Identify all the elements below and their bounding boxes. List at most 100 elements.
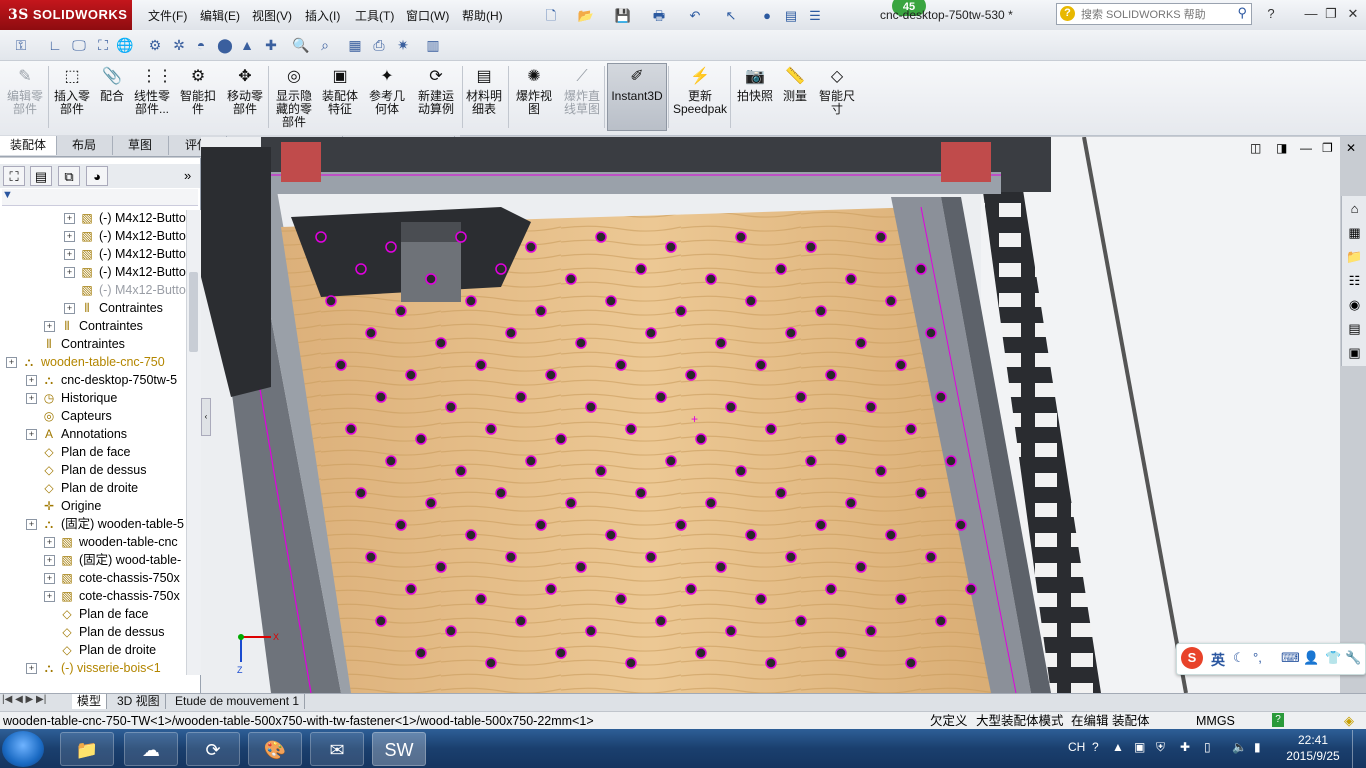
explorer-task-icon[interactable]: 📁 [60,732,114,766]
paint-task-icon[interactable]: 🎨 [248,732,302,766]
panel-collapse-handle[interactable]: ‹ [201,398,211,436]
open-folder-icon[interactable]: 📂 [575,5,597,27]
expand-toggle-icon[interactable]: + [44,555,55,567]
skin-icon[interactable]: 👕 [1325,650,1341,666]
file-explorer-icon[interactable]: 📁 [1344,246,1365,267]
tab-nav-arrows-icon[interactable]: |◀ ◀ ▶ ▶| [2,694,46,705]
print-icon[interactable]: 🖶 [648,5,670,27]
ribbon-button-5[interactable]: ✥ 移动零 部件 [222,64,268,132]
tree-item[interactable]: + ▧ (-) M4x12-Button Head [0,245,186,263]
tree-item[interactable]: + ⫴ Contraintes [0,317,186,335]
close-icon[interactable]: ✕ [1344,6,1362,22]
printer-icon[interactable]: ⎙ [368,34,390,56]
expand-toggle-icon[interactable]: + [44,591,55,603]
save-icon[interactable]: 💾 [612,5,634,27]
show-desktop-button[interactable] [1352,730,1366,768]
zoom-icon[interactable]: 🔍 [290,34,312,56]
display-manager-tab-icon[interactable]: ◕ [86,166,108,186]
tree-item[interactable]: + A Annotations [0,425,186,443]
new-document-icon[interactable]: 🗋 [540,5,562,27]
excel-icon[interactable]: ▦ [344,34,366,56]
browser-task-icon[interactable]: ⟳ [186,732,240,766]
tree-item[interactable]: ◇ Plan de droite [0,479,186,497]
search-icon[interactable]: ⚲ [1237,5,1247,21]
tree-item[interactable]: + ▧ (固定) wood-table- [0,551,186,569]
menu-item-3[interactable]: 插入(I) [305,7,340,24]
tree-item[interactable]: + ⛬ cnc-desktop-750tw-5 [0,371,186,389]
expand-toggle-icon[interactable]: + [44,573,55,585]
menu-item-6[interactable]: 帮助(H) [462,7,503,24]
restore-icon[interactable]: ❐ [1322,6,1340,22]
sogou-logo-icon[interactable]: S [1181,647,1203,669]
tree-item[interactable]: + ▧ wooden-table-cnc [0,533,186,551]
expand-toggle-icon[interactable]: + [64,267,75,279]
solidworks-task-icon[interactable]: SW [372,732,426,766]
expand-toggle-icon[interactable]: + [64,213,75,225]
bottom-tab-2[interactable]: Etude de mouvement 1 [170,694,306,709]
map-pin-icon[interactable]: ⬤ [214,34,236,56]
tree-item[interactable]: + ▧ (-) M4x12-Button Head [0,263,186,281]
tray-network-icon[interactable]: ▮ [1254,740,1261,754]
star-doc-icon[interactable]: ✷ [392,34,414,56]
ribbon-button-6[interactable]: ◎ 显示隐 藏的零 部件 [272,64,316,132]
tree-item[interactable]: ◇ Plan de dessus [0,461,186,479]
ribbon-button-11[interactable]: ✺ 爆炸视 图 [512,64,556,132]
tree-scrollbar[interactable] [186,210,201,675]
system-clock[interactable]: 22:41 2015/9/25 [1284,732,1342,764]
tree-item[interactable]: ◇ Plan de face [0,605,186,623]
ribbon-button-8[interactable]: ✦ 参考几 何体 [366,64,408,132]
tree-item[interactable]: ◇ Plan de droite [0,641,186,659]
home-icon[interactable]: ⌂ [1344,198,1365,219]
globe-icon[interactable]: 🌐 [114,34,136,56]
keyboard-icon[interactable]: ⌨ [1281,650,1300,666]
tree-item[interactable]: ⫴ Contraintes [0,335,186,353]
expand-toggle-icon[interactable]: + [26,519,37,531]
bottom-tab-1[interactable]: 3D 视图 [112,694,166,709]
expand-toggle-icon[interactable]: + [44,537,55,549]
assembly-view-icon[interactable]: ⛶ [92,34,114,56]
design-library-icon[interactable]: ▦ [1344,222,1365,243]
menu-item-1[interactable]: 编辑(E) [200,7,240,24]
command-tab-1[interactable]: 布局 [56,136,113,155]
config-manager-tab-icon[interactable]: ⧉ [58,166,80,186]
ribbon-button-0[interactable]: ✎ 编辑零 部件 [2,64,48,132]
appearances-icon[interactable]: ◉ [1344,294,1365,315]
wrench-icon[interactable]: 🔧 [1345,650,1361,666]
tree-item[interactable]: + ▧ cote-chassis-750x [0,587,186,605]
tree-item[interactable]: + ▧ (-) M4x12-Button Head [0,209,186,227]
expand-toggle-icon[interactable]: + [6,357,17,369]
tree-item[interactable]: + ▧ cote-chassis-750x [0,569,186,587]
cog-icon[interactable]: ✲ [168,34,190,56]
ribbon-button-12[interactable]: ⟋ 爆炸直 线草图 [558,64,606,132]
help-search-box[interactable]: ? ⚲ [1056,3,1252,25]
minimize-icon[interactable]: — [1302,6,1320,22]
tray-monitor-icon[interactable]: ▣ [1134,740,1145,754]
vp-close-icon[interactable]: ✕ [1346,141,1356,155]
calendar-icon[interactable]: ▥ [422,34,444,56]
tree-item[interactable]: + ▧ (-) M4x12-Button Head [0,227,186,245]
solidworks-logo[interactable]: 3S SOLIDWORKS [0,0,132,30]
solidworks-forum-icon[interactable]: ▣ [1344,342,1365,363]
tray-arrow-icon[interactable]: ▲ [1112,740,1124,754]
cloud-task-icon[interactable]: ☁ [124,732,178,766]
triangle-icon[interactable]: ▲ [236,34,258,56]
mail263-task-icon[interactable]: ✉ [310,732,364,766]
tree-item[interactable]: ✛ Origine [0,497,186,515]
select-cursor-icon[interactable]: ↖ [720,5,742,27]
command-tab-0[interactable]: 装配体 [0,136,57,155]
feature-manager-tab-icon[interactable]: ⛶ [3,166,25,186]
view-palette-icon[interactable]: ☷ [1344,270,1365,291]
tree-scroll-thumb[interactable] [189,272,198,352]
tree-item[interactable]: + ⛬ wooden-table-cnc-750 [0,353,186,371]
ribbon-button-14[interactable]: ⚡ 更新 Speedpak [668,64,732,132]
tree-item[interactable]: ◎ Capteurs [0,407,186,425]
tray-volume-icon[interactable]: 🔈 [1232,740,1247,754]
menu-item-4[interactable]: 工具(T) [355,7,394,24]
status-help-icon[interactable]: ? [1272,713,1284,727]
tree-item[interactable]: ▧ (-) M4x12-Button Head [0,281,186,299]
gear-icon[interactable]: ⚙ [144,34,166,56]
menu-item-2[interactable]: 视图(V) [252,7,292,24]
ribbon-button-17[interactable]: ◇ 智能尺 寸 [812,64,862,132]
filter-icon[interactable]: ▼ [2,189,13,201]
tile-vertical-icon[interactable]: ◨ [1276,141,1287,155]
